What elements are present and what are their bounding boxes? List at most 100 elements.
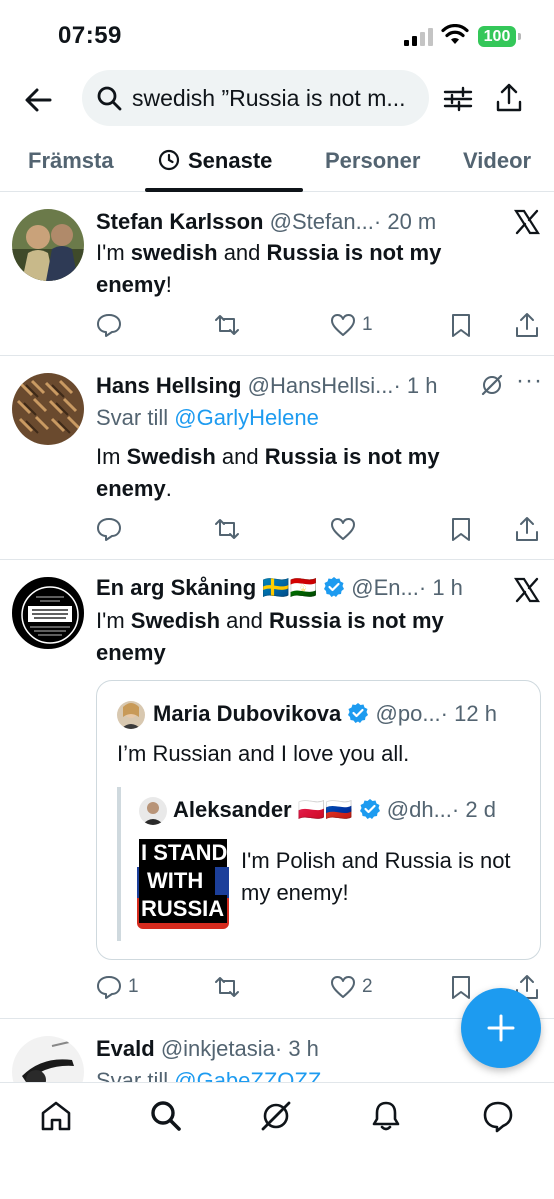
x-logo-icon	[514, 577, 540, 603]
author-handle[interactable]: @HansHellsi...	[248, 373, 394, 398]
tweet-actions: 1 2	[96, 973, 540, 1001]
search-icon[interactable]	[149, 1099, 183, 1133]
tweet-time: · 20 m	[373, 209, 437, 234]
quoted-tweet[interactable]: Maria Dubovikova @po...· 12 h I’m Russia…	[96, 680, 541, 960]
repost-icon	[215, 519, 239, 539]
active-tab-indicator	[145, 188, 303, 192]
bookmark-button[interactable]	[448, 515, 474, 543]
bookmark-icon	[452, 976, 470, 999]
share-icon	[516, 313, 538, 337]
like-button[interactable]: 2	[330, 973, 373, 1001]
compose-post-button[interactable]	[461, 988, 541, 1068]
verified-badge-icon	[324, 577, 345, 597]
reply-context: Svar till @GarlyHelene	[96, 405, 319, 430]
tweet-text: I'm swedish and Russia is not my enemy!	[96, 240, 442, 297]
nested-quote-image[interactable]: I STAND WITH RUSSIA	[137, 837, 229, 929]
bookmark-icon	[452, 518, 470, 541]
tab-framsta[interactable]: Främsta	[28, 148, 114, 174]
avatar[interactable]	[12, 577, 84, 649]
avatar[interactable]	[12, 1036, 84, 1082]
repost-icon	[215, 977, 239, 997]
heart-icon	[331, 976, 355, 998]
author-handle[interactable]: @inkjetasia	[161, 1036, 275, 1061]
like-count: 2	[362, 976, 373, 997]
reply-icon	[97, 518, 121, 541]
repost-icon	[215, 315, 239, 335]
reply-icon	[97, 976, 121, 999]
reply-count: 1	[128, 976, 139, 997]
avatar[interactable]	[12, 373, 84, 445]
author-handle[interactable]: @Stefan...	[270, 209, 374, 234]
author-name[interactable]: Evald	[96, 1036, 155, 1061]
avatar[interactable]	[12, 209, 84, 281]
tab-videor[interactable]: Videor	[463, 148, 531, 174]
bookmark-button[interactable]	[448, 311, 474, 339]
nested-quote-header: Aleksander 🇵🇱🇷🇺 @dh...· 2 d	[173, 797, 496, 823]
heart-icon	[331, 314, 355, 336]
nested-quote-avatar	[139, 797, 167, 825]
share-button[interactable]	[514, 311, 540, 339]
tab-personer[interactable]: Personer	[325, 148, 420, 174]
like-button[interactable]: 1	[330, 311, 373, 339]
reply-icon	[97, 314, 121, 337]
nested-quoted-tweet[interactable]: Aleksander 🇵🇱🇷🇺 @dh...· 2 d I STAND WITH…	[137, 785, 527, 945]
wifi-icon	[441, 24, 469, 44]
tweet-text: Im Swedish and Russia is not my enemy.	[96, 444, 440, 501]
verified-badge-icon	[359, 799, 380, 819]
notifications-bell-icon[interactable]	[369, 1099, 403, 1133]
search-icon	[97, 86, 122, 111]
quote-thread-line	[117, 787, 121, 941]
reply-to-handle[interactable]: @GabeZZOZZ	[174, 1068, 321, 1082]
bottom-navigation	[0, 1082, 554, 1199]
tweet-header: Evald @inkjetasia· 3 h	[96, 1036, 319, 1062]
plus-icon	[487, 1014, 515, 1042]
quote-author-name: Maria Dubovikova	[153, 701, 342, 726]
tweet-actions	[96, 515, 540, 543]
grok-icon[interactable]	[480, 373, 504, 397]
author-name[interactable]: Stefan Karlsson	[96, 209, 264, 234]
tweet-text: I'm Swedish and Russia is not my enemy	[96, 608, 444, 665]
author-name[interactable]: Hans Hellsing	[96, 373, 241, 398]
share-icon	[516, 517, 538, 541]
search-input[interactable]: swedish ”Russia is not m...	[82, 70, 429, 126]
bookmark-icon	[452, 314, 470, 337]
share-button[interactable]	[514, 515, 540, 543]
repost-button[interactable]	[214, 515, 240, 543]
reply-context: Svar till @GabeZZOZZ	[96, 1068, 321, 1082]
reply-button[interactable]: 1	[96, 973, 139, 1001]
tweet[interactable]: Hans Hellsing @HansHellsi...· 1 h ··· Sv…	[0, 357, 554, 560]
battery-indicator: 100	[478, 26, 521, 47]
back-arrow-icon[interactable]	[20, 82, 56, 118]
tab-senaste[interactable]: Senaste	[158, 148, 272, 174]
tweet[interactable]: En arg Skåning 🇸🇪🇹🇯 @En...· 1 h I'm Swed…	[0, 561, 554, 1019]
tweet[interactable]: Stefan Karlsson @Stefan...· 20 m I'm swe…	[0, 193, 554, 356]
reply-button[interactable]	[96, 311, 122, 339]
verified-badge-icon	[348, 703, 369, 723]
repost-button[interactable]	[214, 311, 240, 339]
reply-to-handle[interactable]: @GarlyHelene	[174, 405, 319, 430]
more-options-icon[interactable]: ···	[516, 367, 543, 395]
image-caption-line: WITH	[139, 867, 215, 895]
tweet-time: · 1 h	[393, 373, 438, 398]
nested-quote-author-handle: @dh...	[386, 797, 452, 822]
like-button[interactable]	[330, 515, 356, 543]
share-icon[interactable]	[494, 82, 524, 114]
search-filter-icon[interactable]	[443, 84, 473, 114]
image-caption-line: RUSSIA	[139, 895, 227, 923]
tweet-actions: 1	[96, 311, 540, 339]
bookmark-button[interactable]	[448, 973, 474, 1001]
author-handle[interactable]: @En...	[351, 575, 419, 600]
tweet-header: Hans Hellsing @HansHellsi...· 1 h	[96, 373, 437, 399]
tweet-time: · 3 h	[274, 1036, 319, 1061]
grok-icon[interactable]	[259, 1099, 293, 1133]
tab-senaste-label: Senaste	[188, 148, 273, 173]
like-count: 1	[362, 314, 373, 335]
reply-button[interactable]	[96, 515, 122, 543]
home-icon[interactable]	[39, 1099, 73, 1133]
repost-button[interactable]	[214, 973, 240, 1001]
quote-avatar	[117, 701, 145, 729]
nested-quote-time: · 2 d	[451, 797, 496, 822]
author-name[interactable]: En arg Skåning 🇸🇪🇹🇯	[96, 575, 317, 600]
x-logo-icon	[514, 209, 540, 235]
messages-icon[interactable]	[481, 1099, 515, 1133]
